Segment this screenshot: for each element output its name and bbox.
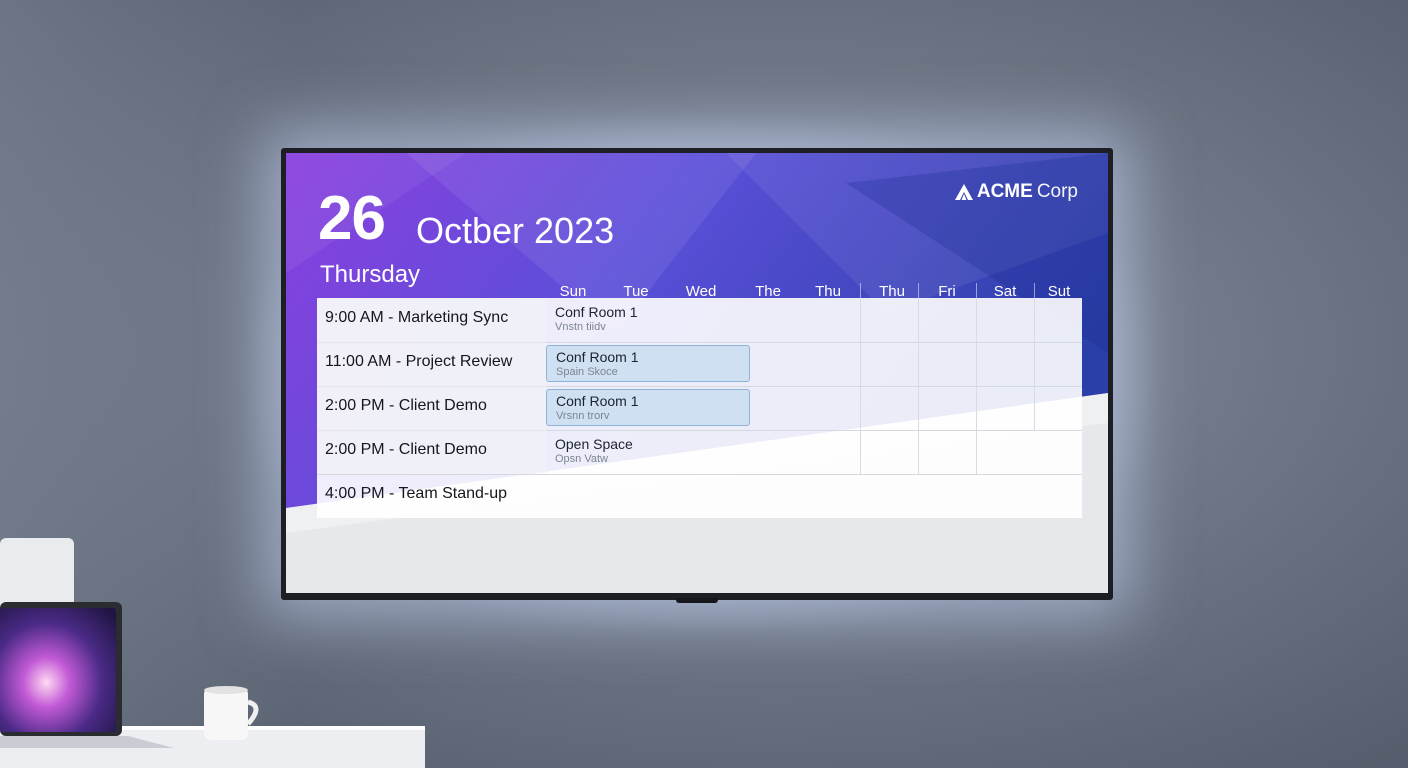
brand-name-strong: ACME (976, 181, 1033, 202)
room-subtitle: Opsn Vatw (555, 453, 608, 465)
room-cell[interactable]: Open Space Opsn Vatw (546, 433, 750, 470)
date-day-number: 26 (318, 184, 386, 253)
room-cell[interactable]: Conf Room 1 Vnstn tiidv (546, 301, 750, 338)
calendar-screen: 26 Octber 2023 Thursday ACME Corp Sun Tu… (286, 153, 1108, 593)
day-divider (976, 283, 977, 299)
room-cell-highlighted[interactable]: Conf Room 1 Vrsnn trorv (546, 389, 750, 426)
event-row[interactable]: 11:00 AM - Project Review Conf Room 1 Sp… (317, 342, 1082, 387)
coffee-mug (204, 688, 248, 740)
brand-logo: ACME Corp (954, 181, 1078, 203)
room-name: Open Space (555, 436, 633, 452)
event-title: 11:00 AM - Project Review (325, 353, 513, 370)
event-title: 2:00 PM - Client Demo (325, 397, 487, 414)
event-title: 9:00 AM - Marketing Sync (325, 309, 509, 326)
tv-bottom-bezel-mark (676, 598, 718, 603)
schedule-table: 9:00 AM - Marketing Sync Conf Room 1 Vns… (317, 298, 1082, 518)
event-title: 4:00 PM - Team Stand-up (325, 485, 508, 502)
event-row[interactable]: 4:00 PM - Team Stand-up (317, 474, 1082, 518)
mug-rim (204, 686, 248, 694)
event-title: 2:00 PM - Client Demo (325, 441, 487, 458)
room-subtitle: Vrsnn trorv (556, 410, 610, 422)
desk-scene (0, 538, 425, 768)
laptop-screen (0, 608, 116, 732)
room-name: Conf Room 1 (556, 349, 639, 365)
event-row[interactable]: 9:00 AM - Marketing Sync Conf Room 1 Vns… (317, 298, 1082, 343)
brand-name-light: Corp (1036, 181, 1078, 202)
acme-logo-icon (954, 184, 973, 200)
room-subtitle: Vnstn tiidv (555, 321, 606, 333)
event-row[interactable]: 2:00 PM - Client Demo Open Space Opsn Va… (317, 430, 1082, 475)
date-month-year: Octber 2023 (416, 210, 615, 251)
room-name: Conf Room 1 (555, 304, 638, 320)
room-cell-highlighted[interactable]: Conf Room 1 Spain Skoce (546, 345, 750, 382)
mug-handle (246, 699, 259, 726)
day-divider (918, 283, 919, 299)
room-name: Conf Room 1 (556, 393, 639, 409)
day-divider (860, 283, 861, 299)
room-subtitle: Spain Skoce (556, 366, 618, 378)
event-row[interactable]: 2:00 PM - Client Demo Conf Room 1 Vrsnn … (317, 386, 1082, 431)
day-divider (1034, 283, 1035, 299)
